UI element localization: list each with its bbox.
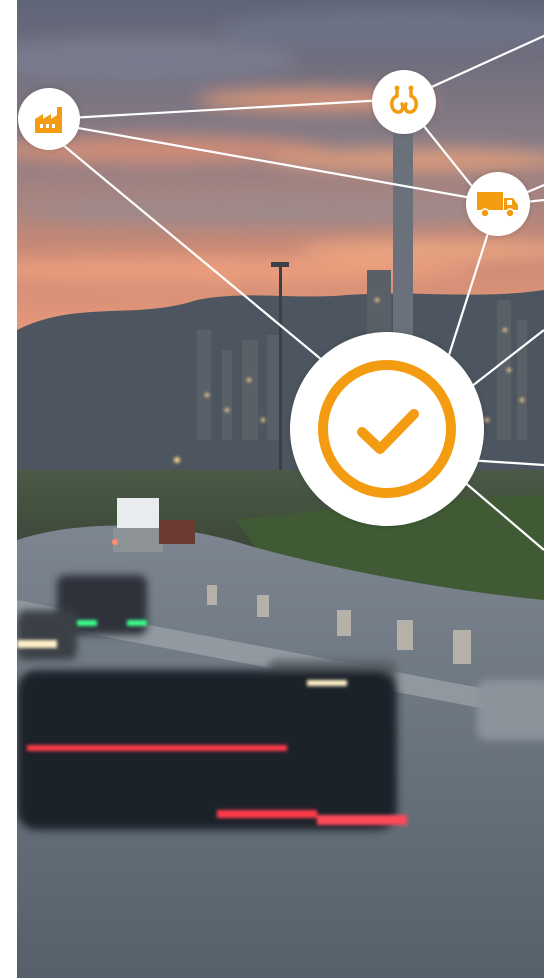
truck-node xyxy=(466,172,530,236)
image-frame xyxy=(0,0,544,978)
industrial-highway-photo xyxy=(17,0,544,978)
crane-hook-icon xyxy=(390,85,418,114)
photo-scene xyxy=(17,0,544,978)
truck-icon xyxy=(477,192,518,218)
checkmark-node xyxy=(290,332,484,526)
factory-icon xyxy=(35,107,62,133)
hook-node xyxy=(372,70,436,134)
factory-node xyxy=(18,88,80,150)
checkmark-circle-icon xyxy=(318,360,456,498)
